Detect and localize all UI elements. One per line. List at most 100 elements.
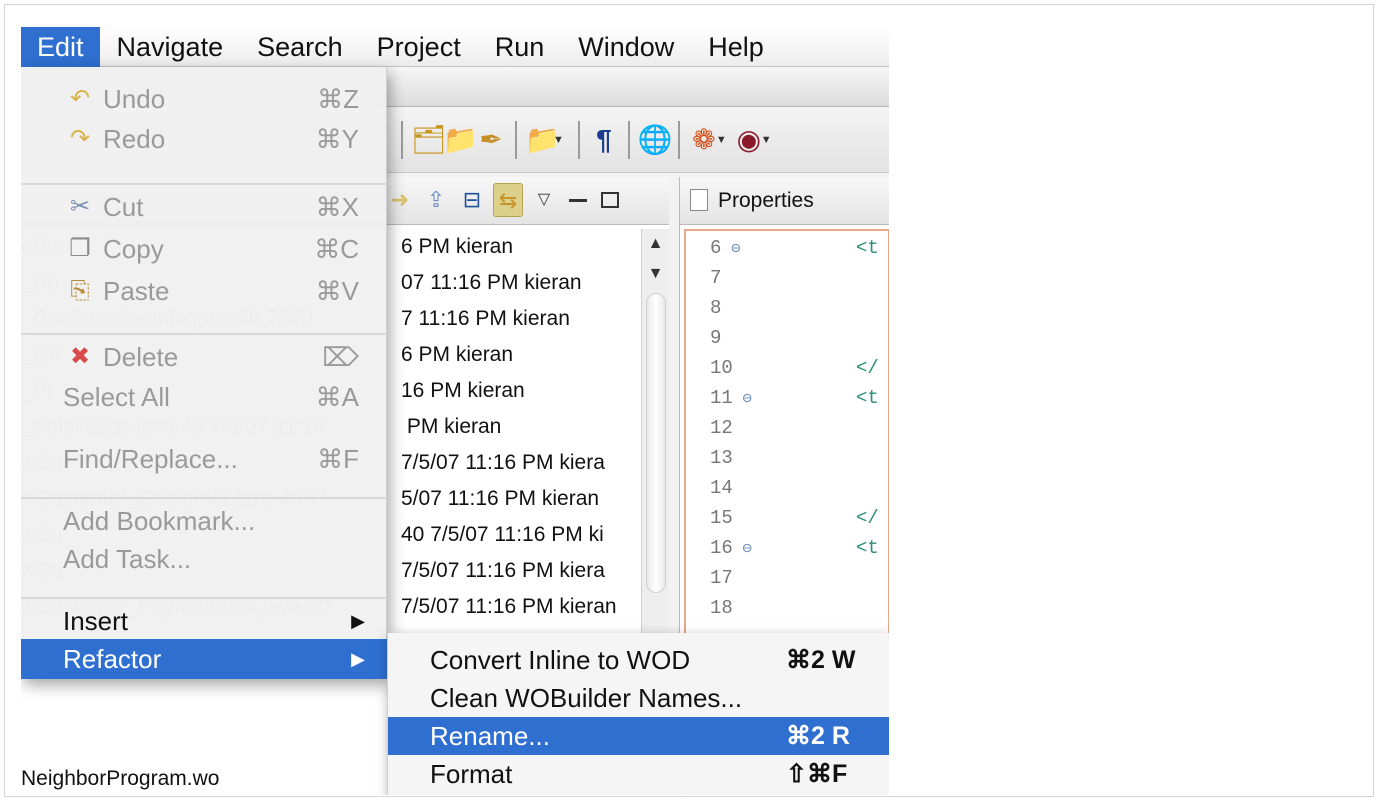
tab-properties[interactable]: Properties xyxy=(690,188,814,213)
submenu-arrow-icon: ▶ xyxy=(351,649,365,669)
menu-item-undo[interactable]: ↶ Undo ⌘Z xyxy=(21,79,387,119)
submenu-item-convert-inline-to-wod[interactable]: Convert Inline to WOD ⌘2 W xyxy=(388,641,889,679)
wand-icon[interactable]: ✒ xyxy=(475,120,507,160)
submenu-item-shortcut: ⇧⌘F xyxy=(786,760,848,788)
line-number-text: 14 xyxy=(710,477,733,499)
menu-bar: Edit Navigate Search Project Run Window Help xyxy=(21,27,889,67)
menu-item-shortcut: ⌘Z xyxy=(317,84,359,114)
list-item-text: 7/5/07 11:16 PM kiera xyxy=(401,559,605,582)
line-number: 7 xyxy=(710,267,780,289)
line-number-text: 10 xyxy=(710,357,733,379)
menu-edit[interactable]: Edit xyxy=(21,27,100,67)
line-number: 11 ⊖ xyxy=(710,387,780,409)
view-toolbar: ➜ ⇪ ⊟ ⇆ ▽ xyxy=(385,183,623,217)
menu-item-label: Redo xyxy=(103,124,166,154)
list-item-text: 16 PM kieran xyxy=(401,379,525,402)
chevron-down-icon[interactable]: ▼ xyxy=(761,134,772,146)
editor-tab-strip xyxy=(381,67,889,107)
list-item-text: 7/5/07 11:16 PM kiera xyxy=(401,451,605,474)
code-tag: <t xyxy=(856,237,879,259)
menu-item-shortcut: ⌘X xyxy=(315,192,359,222)
line-number-text: 12 xyxy=(710,417,733,439)
selected-file-name: NeighborProgram.wo xyxy=(21,767,220,790)
scroll-down-icon[interactable]: ▼ xyxy=(642,259,669,289)
open-type-icon[interactable]: 📁 xyxy=(443,120,478,160)
chevron-down-icon[interactable]: ▼ xyxy=(553,134,564,146)
code-tag: <t xyxy=(856,387,879,409)
menu-item-label: Cut xyxy=(103,192,144,222)
list-item-text: 07 11:16 PM kieran xyxy=(401,271,582,294)
menu-item-label: Insert xyxy=(63,606,129,636)
menu-item-redo[interactable]: ↷ Redo ⌘Y xyxy=(21,119,387,159)
menu-item-copy[interactable]: ❐ Copy ⌘C xyxy=(21,229,387,269)
menu-navigate[interactable]: Navigate xyxy=(100,27,241,67)
eclipse-window: Edit Navigate Search Project Run Window Help 🗂… xyxy=(21,27,889,795)
menu-item-add-task[interactable]: Add Task... xyxy=(21,539,387,579)
submenu-arrow-icon: ▶ xyxy=(351,611,365,631)
menu-separator xyxy=(21,497,387,499)
menu-run[interactable]: Run xyxy=(478,27,562,67)
globe-icon[interactable]: 🌐 xyxy=(638,120,673,160)
submenu-item-clean-wobuilder-names[interactable]: Clean WOBuilder Names... xyxy=(388,679,889,717)
menu-item-label: Refactor xyxy=(63,644,162,674)
view-menu-icon[interactable]: ▽ xyxy=(529,183,559,217)
submenu-item-label: Convert Inline to WOD xyxy=(430,645,691,675)
menu-separator xyxy=(21,333,387,335)
menu-item-label: Select All xyxy=(63,382,170,412)
line-number-text: 16 xyxy=(710,537,733,559)
menu-item-select-all[interactable]: Select All ⌘A xyxy=(21,377,387,417)
submenu-item-label: Clean WOBuilder Names... xyxy=(430,683,743,713)
menu-item-paste[interactable]: ⎘ Paste ⌘V xyxy=(21,271,387,311)
maximize-icon[interactable] xyxy=(601,192,619,208)
fold-toggle-icon[interactable]: ⊖ xyxy=(733,540,752,558)
line-number-text: 15 xyxy=(710,507,733,529)
menu-item-refactor[interactable]: Refactor ▶ xyxy=(21,639,387,679)
list-item-text: PM kieran xyxy=(401,415,502,438)
list-item-text: 7/5/07 11:16 PM kieran xyxy=(401,595,617,618)
line-number: 18 xyxy=(710,597,780,619)
scroll-thumb[interactable] xyxy=(646,293,666,593)
menu-item-add-bookmark[interactable]: Add Bookmark... xyxy=(21,501,387,541)
line-number-text: 11 xyxy=(710,387,733,409)
menu-help[interactable]: Help xyxy=(691,27,781,67)
list-item-text: 6 PM kieran xyxy=(401,343,514,366)
menu-project[interactable]: Project xyxy=(360,27,478,67)
forward-arrow-icon[interactable]: ➜ xyxy=(385,183,415,217)
tab-properties-label: Properties xyxy=(718,188,814,212)
menu-item-insert[interactable]: Insert ▶ xyxy=(21,601,387,641)
minimize-icon[interactable] xyxy=(569,198,587,202)
menu-item-cut[interactable]: ✂ Cut ⌘X xyxy=(21,187,387,227)
menu-item-find-replace[interactable]: Find/Replace... ⌘F xyxy=(21,439,387,479)
redo-icon: ↷ xyxy=(69,125,91,152)
menu-item-delete[interactable]: ✖ Delete ⌦ xyxy=(21,337,387,377)
scissors-icon: ✂ xyxy=(69,193,91,220)
fold-toggle-icon[interactable]: ⊖ xyxy=(733,390,752,408)
list-item-text: 40 7/5/07 11:16 PM ki xyxy=(401,523,604,546)
collapse-all-icon[interactable]: ⊟ xyxy=(457,183,487,217)
delete-icon: ✖ xyxy=(69,343,91,370)
menu-item-shortcut: ⌘F xyxy=(317,444,359,474)
pilcrow-icon[interactable]: ¶ xyxy=(588,120,620,160)
open-folder-icon[interactable]: 🗂 xyxy=(411,120,447,160)
list-item-text: 5/07 11:16 PM kieran xyxy=(401,487,600,510)
submenu-item-rename[interactable]: Rename... ⌘2 R xyxy=(388,717,889,755)
menu-window[interactable]: Window xyxy=(561,27,691,67)
line-number-text: 8 xyxy=(710,297,722,319)
chevron-down-icon[interactable]: ▼ xyxy=(716,134,727,146)
scroll-up-icon[interactable]: ▲ xyxy=(642,229,669,259)
submenu-item-format[interactable]: Format ⇧⌘F xyxy=(388,755,889,793)
fold-toggle-icon[interactable]: ⊖ xyxy=(721,240,741,258)
document-icon xyxy=(690,188,708,211)
line-number: 6 ⊖ xyxy=(710,237,780,259)
link-editor-icon[interactable]: ⇆ xyxy=(493,183,523,217)
up-folder-icon[interactable]: ⇪ xyxy=(421,183,451,217)
toolbar-separator xyxy=(401,120,403,159)
refactor-submenu: Convert Inline to WOD ⌘2 W Clean WOBuilder… xyxy=(387,633,889,795)
line-number: 8 xyxy=(710,297,780,319)
copy-icon: ❐ xyxy=(69,235,91,262)
line-number: 14 xyxy=(710,477,780,499)
menu-item-shortcut: ⌘V xyxy=(315,276,359,306)
list-item-text: 6 PM kieran xyxy=(401,235,514,258)
line-number-text: 17 xyxy=(710,567,733,589)
menu-search[interactable]: Search xyxy=(240,27,360,67)
